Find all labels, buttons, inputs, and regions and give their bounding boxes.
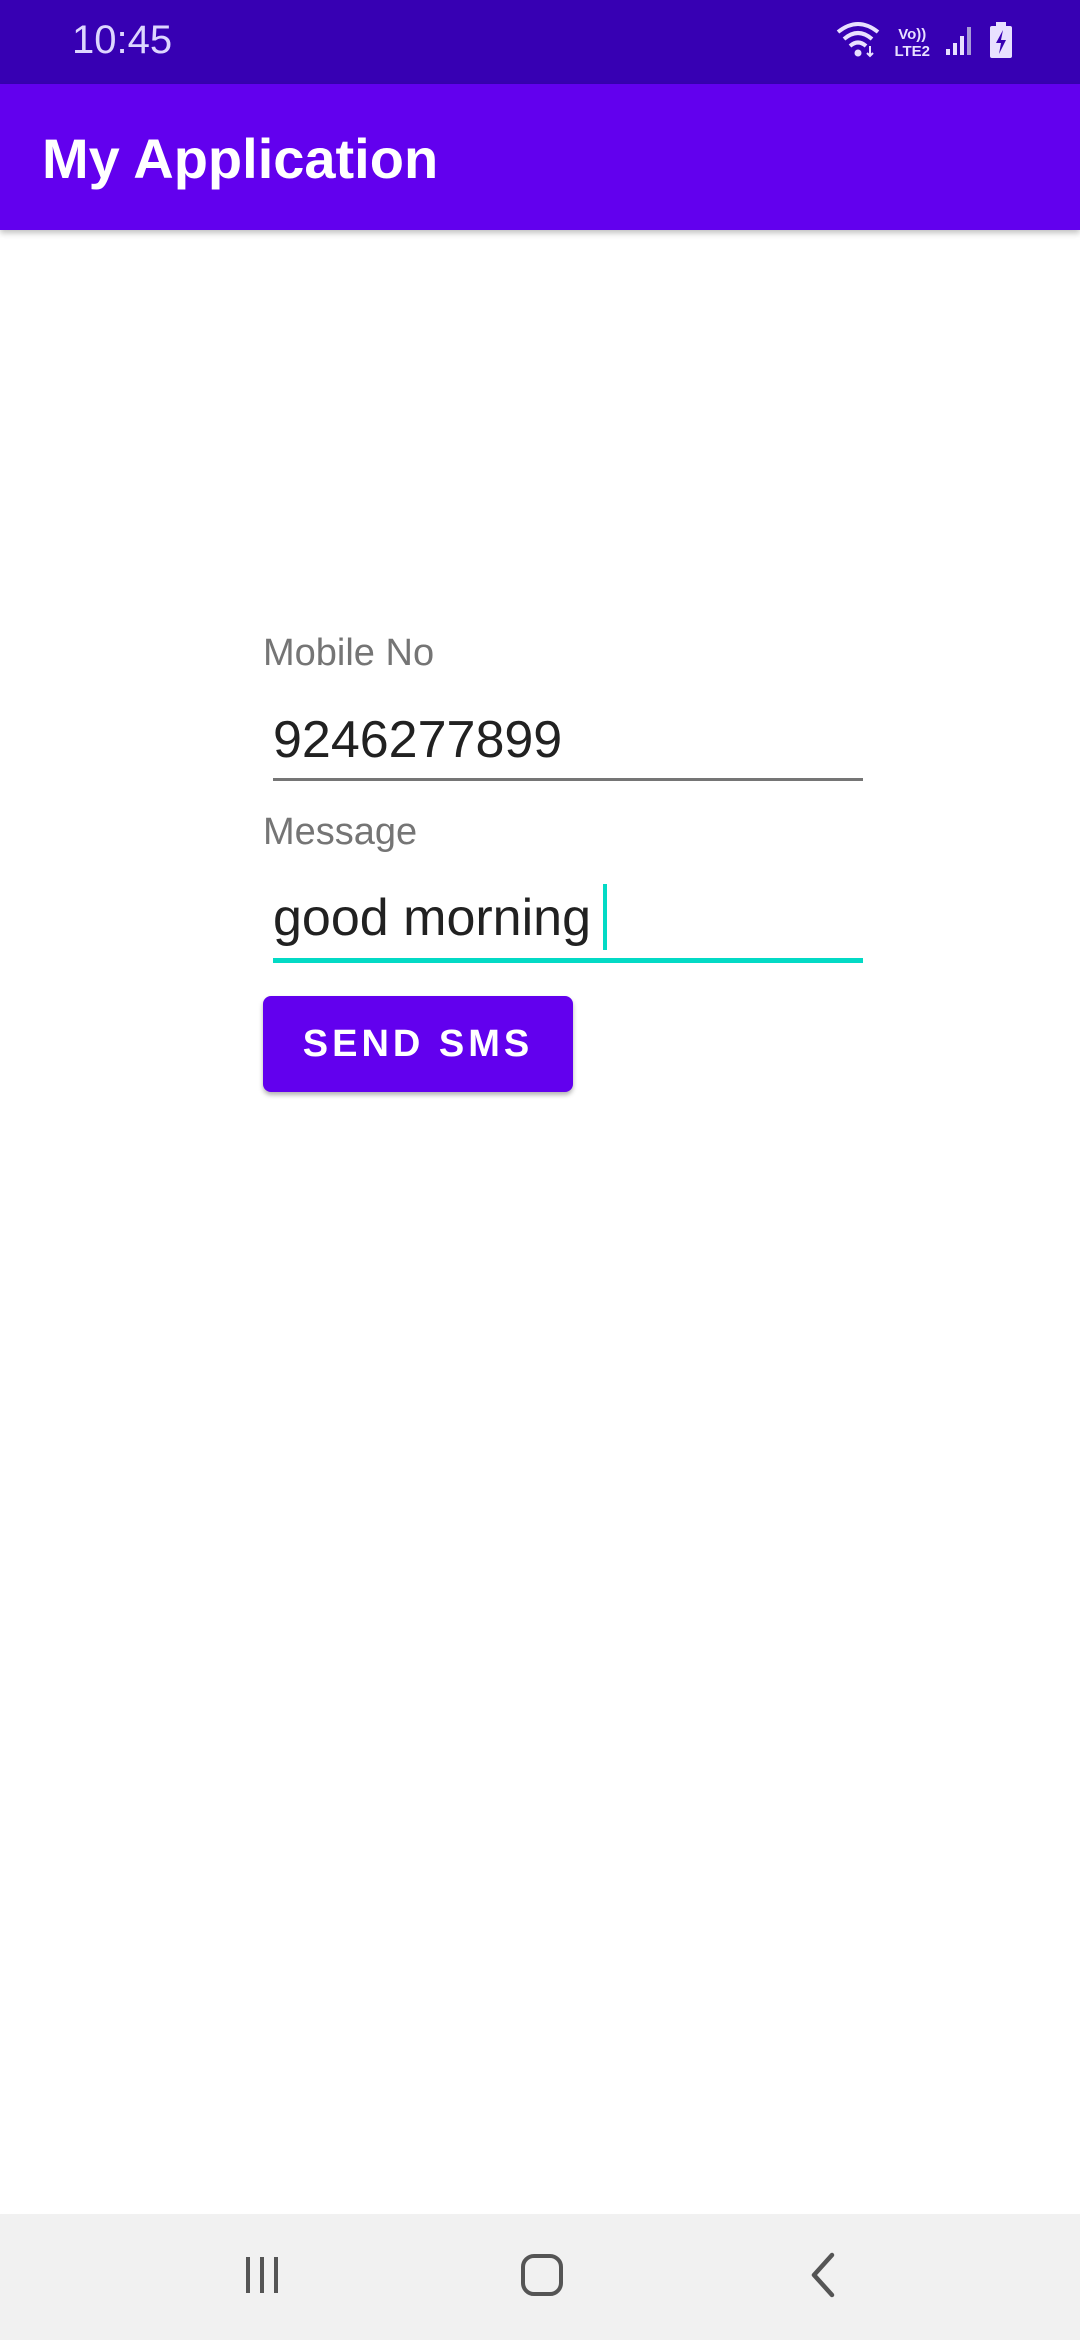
message-input-value: good morning <box>273 884 607 954</box>
mobile-input-value: 9246277899 <box>273 711 563 769</box>
recents-icon <box>240 2253 284 2302</box>
app-title: My Application <box>42 127 439 190</box>
status-icons: Vo)) LTE2 <box>836 20 1014 65</box>
signal-icon <box>944 23 974 62</box>
home-button[interactable] <box>502 2242 582 2312</box>
volte-label: Vo)) <box>898 25 927 43</box>
back-button[interactable] <box>784 2242 864 2312</box>
mobile-label: Mobile No <box>263 632 435 674</box>
lte2-label: LTE2 <box>894 42 930 60</box>
mobile-input-underline <box>273 778 863 781</box>
recents-button[interactable] <box>222 2242 302 2312</box>
message-label: Message <box>263 811 418 853</box>
message-input[interactable]: good morning <box>273 884 863 958</box>
battery-charging-icon <box>988 20 1014 65</box>
text-cursor <box>603 884 607 951</box>
status-bar: 10:45 Vo)) LTE2 <box>0 0 1080 84</box>
system-nav-bar <box>0 2214 1080 2340</box>
send-sms-button[interactable]: SEND SMS <box>263 996 573 1092</box>
message-input-underline <box>273 958 863 963</box>
status-time: 10:45 <box>72 18 173 62</box>
message-text: good morning <box>273 889 591 947</box>
wifi-icon <box>836 20 880 65</box>
mobile-input[interactable]: 9246277899 <box>273 710 863 780</box>
home-icon <box>518 2251 566 2304</box>
app-bar: My Application <box>0 84 1080 230</box>
back-icon <box>804 2251 844 2304</box>
volte-lte2-icon: Vo)) LTE2 <box>894 26 930 60</box>
